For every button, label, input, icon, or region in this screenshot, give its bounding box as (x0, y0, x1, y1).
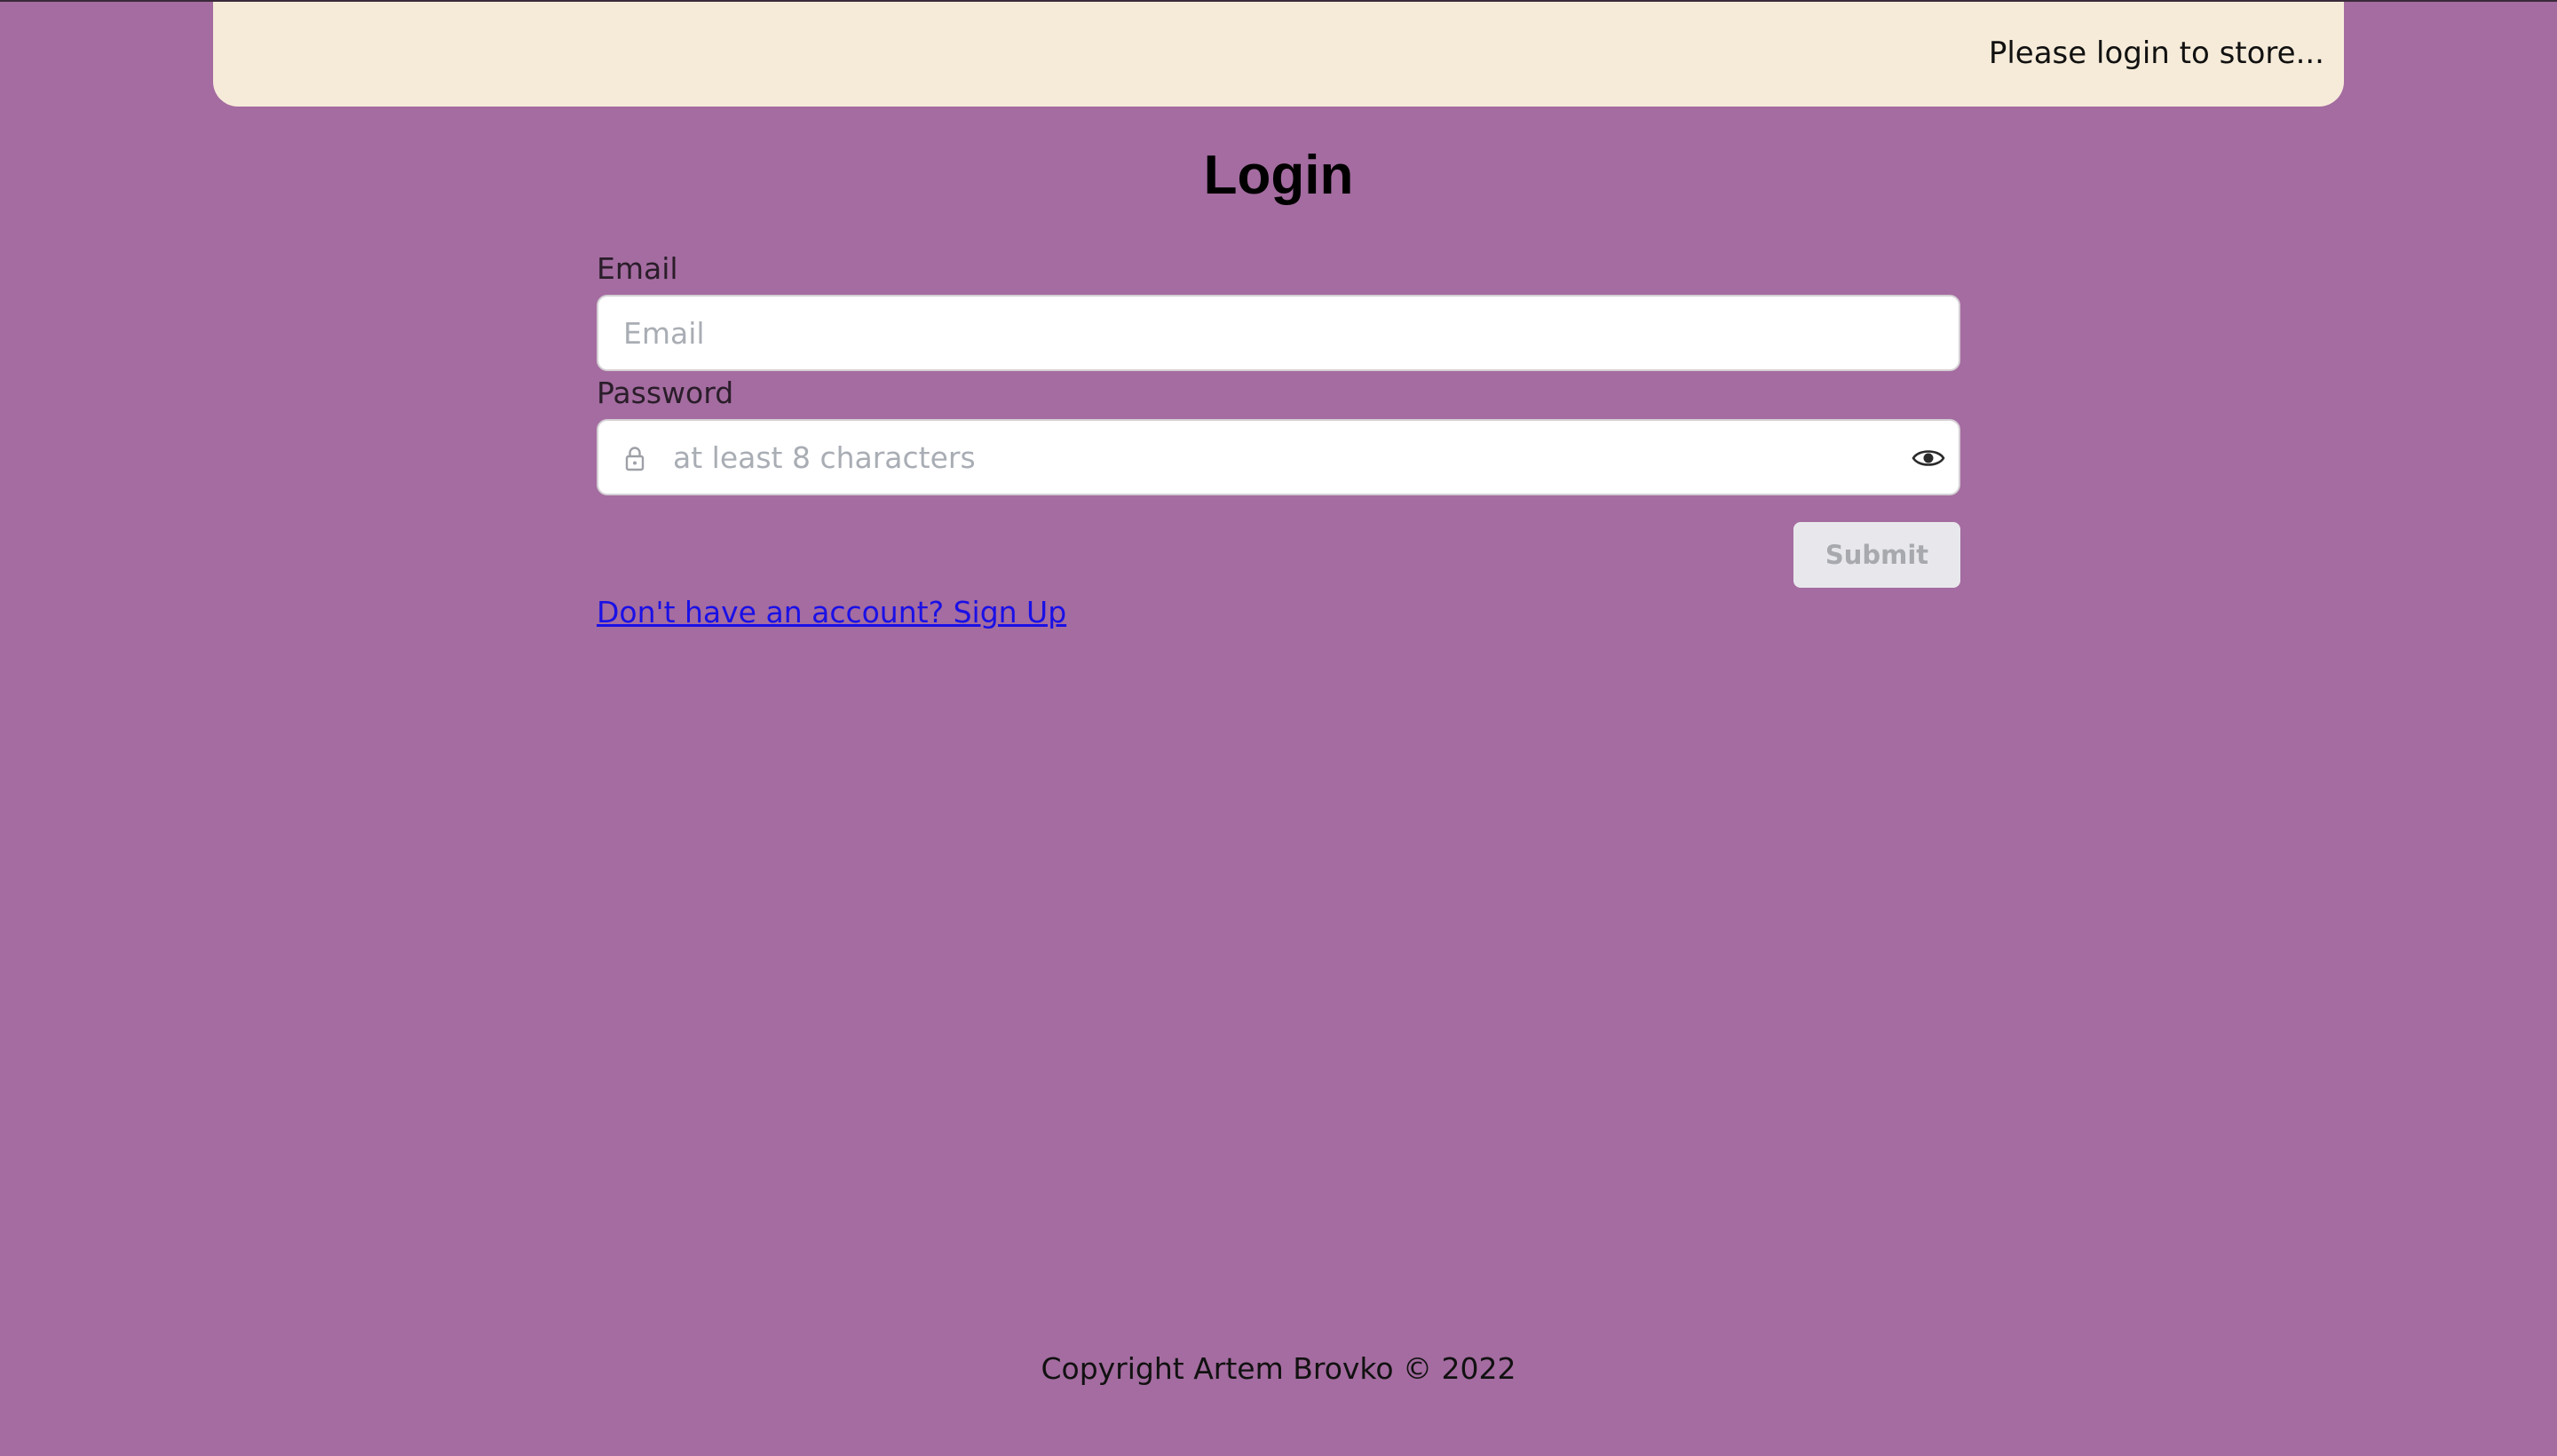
header-bar: Please login to store... (213, 2, 2344, 107)
eye-icon[interactable] (1911, 442, 1946, 474)
signup-link[interactable]: Don't have an account? Sign Up (597, 595, 1066, 629)
submit-button[interactable]: Submit (1793, 522, 1960, 588)
login-form: Email Password Submit Don't have an acco… (597, 247, 1960, 629)
email-input[interactable] (598, 297, 1959, 369)
password-field-container (597, 419, 1960, 495)
page-title: Login (1203, 145, 1354, 206)
password-label: Password (597, 376, 734, 410)
email-field-container (597, 295, 1960, 371)
password-input[interactable] (598, 421, 1959, 494)
header-message: Please login to store... (1988, 36, 2324, 71)
email-label: Email (597, 251, 678, 286)
submit-row: Submit (597, 495, 1960, 590)
footer-copyright: Copyright Artem Brovko © 2022 (1041, 1351, 1516, 1386)
